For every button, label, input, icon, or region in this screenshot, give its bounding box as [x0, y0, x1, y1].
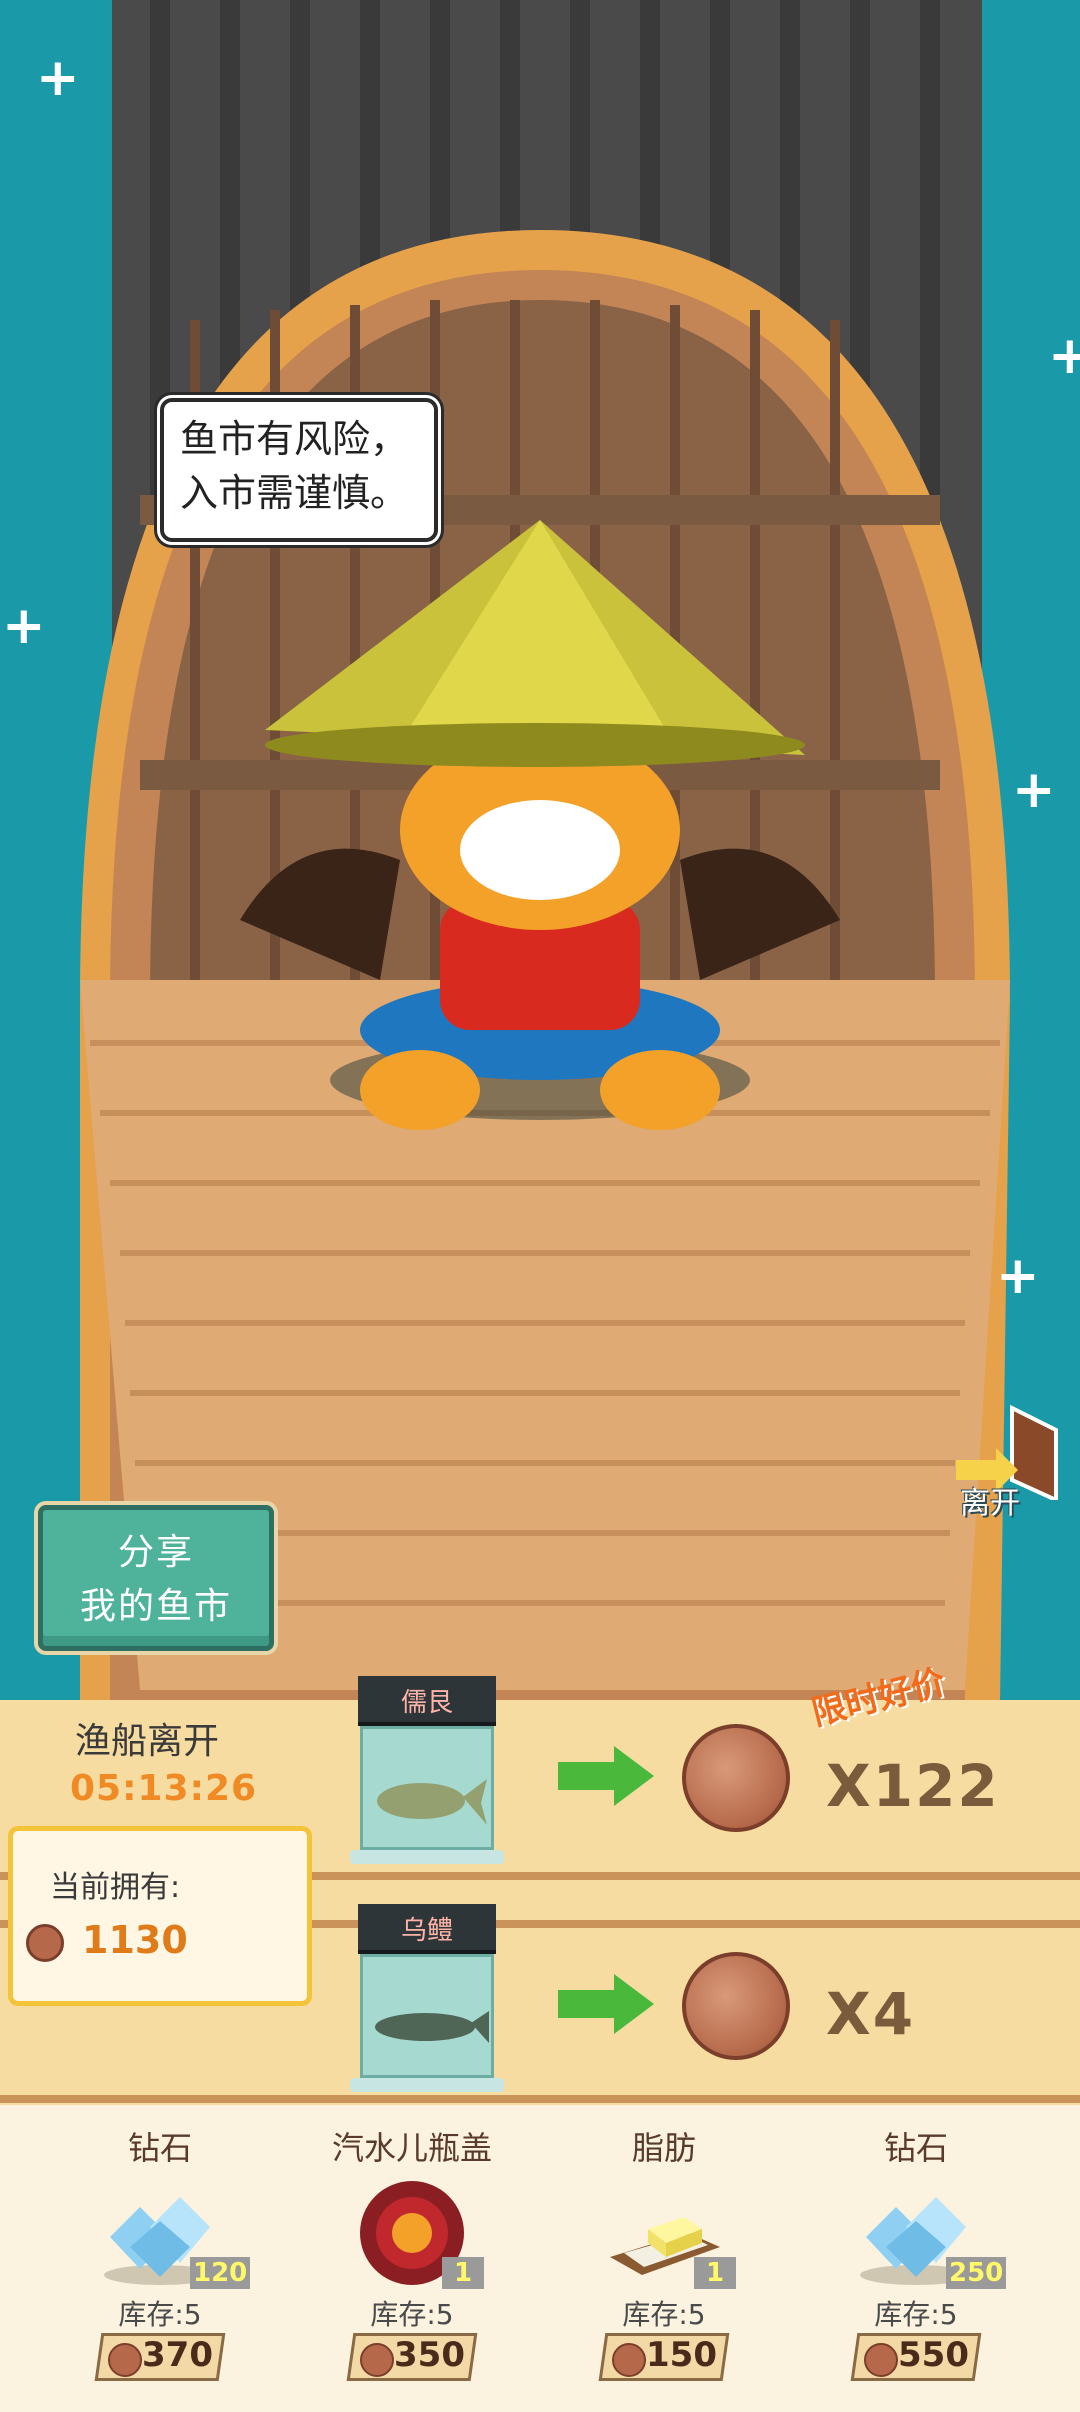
sparkle-icon: +	[2, 596, 46, 656]
fish-tank: 乌鳢	[350, 1904, 504, 2092]
coin-icon	[612, 2343, 646, 2377]
dugong-icon	[377, 1779, 487, 1825]
goods-price: 150	[646, 2335, 717, 2375]
trade-row[interactable]: 儒艮 X122 限时好价	[350, 1662, 1050, 1876]
coin-icon	[108, 2343, 142, 2377]
goods-price: 350	[394, 2335, 465, 2375]
goods-name: 钻石	[883, 2129, 948, 2167]
goods-name: 钻石	[127, 2129, 192, 2167]
goods-price: 370	[142, 2335, 213, 2375]
fish-name: 乌鳢	[400, 1916, 453, 1946]
goods-count: 1	[694, 2257, 736, 2289]
coin-icon	[26, 1924, 64, 1962]
boat-background	[80, 0, 1010, 1700]
sparkle-icon: +	[1048, 326, 1080, 386]
owned-coins-box	[8, 1826, 312, 2006]
goods-name: 汽水儿瓶盖	[331, 2129, 492, 2167]
goods-stock: 库存:5	[622, 2298, 706, 2331]
share-label-2: 我的鱼市	[79, 1586, 232, 1627]
speech-line-1: 鱼市有风险，	[180, 417, 409, 461]
speech-bubble: 鱼市有风险， 入市需谨慎。	[160, 398, 438, 542]
coin-icon	[360, 2343, 394, 2377]
departure-timer: 05:13:26	[70, 1768, 258, 1809]
goods-name: 脂肪	[631, 2129, 696, 2167]
snakehead-icon	[375, 2011, 489, 2043]
trade-quantity: X122	[826, 1752, 1000, 1820]
goods-stock: 库存:5	[874, 2298, 958, 2331]
goods-count: 1	[442, 2257, 484, 2289]
speech-line-2: 入市需谨慎。	[180, 471, 409, 515]
arrow-right-icon	[558, 1974, 654, 2034]
owned-value: 1130	[82, 1918, 188, 1962]
goods-item[interactable]: 汽水儿瓶盖 1 库存:5 350	[282, 2105, 542, 2412]
coin-icon	[864, 2343, 898, 2377]
trade-row[interactable]: 乌鳢 X4	[350, 1904, 1050, 2104]
fish-coin-icon	[682, 1724, 790, 1832]
arrow-right-icon	[558, 1746, 654, 1806]
share-fish-market-button[interactable]: 分享 我的鱼市	[38, 1505, 274, 1651]
owned-label: 当前拥有:	[50, 1870, 181, 1905]
goods-count: 120	[190, 2257, 251, 2289]
trade-quantity: X4	[826, 1980, 916, 2048]
goods-stock: 库存:5	[118, 2298, 202, 2331]
fish-coin-icon	[682, 1952, 790, 2060]
departure-label: 渔船离开	[75, 1721, 220, 1762]
goods-price: 550	[898, 2335, 969, 2375]
goods-item[interactable]: 脂肪 1 库存:5 150	[534, 2105, 794, 2412]
fish-tank: 儒艮	[350, 1676, 504, 1864]
boat-scene	[0, 0, 1080, 1700]
goods-item[interactable]: 钻石 250 库存:5 550	[786, 2105, 1046, 2412]
goods-count: 250	[946, 2257, 1007, 2289]
leave-label: 离开	[960, 1486, 1020, 1521]
sparkle-icon: +	[1012, 760, 1056, 820]
share-label-1: 分享	[117, 1532, 194, 1573]
sparkle-icon: +	[36, 48, 80, 108]
sparkle-icon: +	[996, 1246, 1040, 1306]
fish-name: 儒艮	[400, 1688, 453, 1718]
goods-stock: 库存:5	[370, 2298, 454, 2331]
goods-item[interactable]: 钻石 120 库存:5 370	[30, 2105, 290, 2412]
